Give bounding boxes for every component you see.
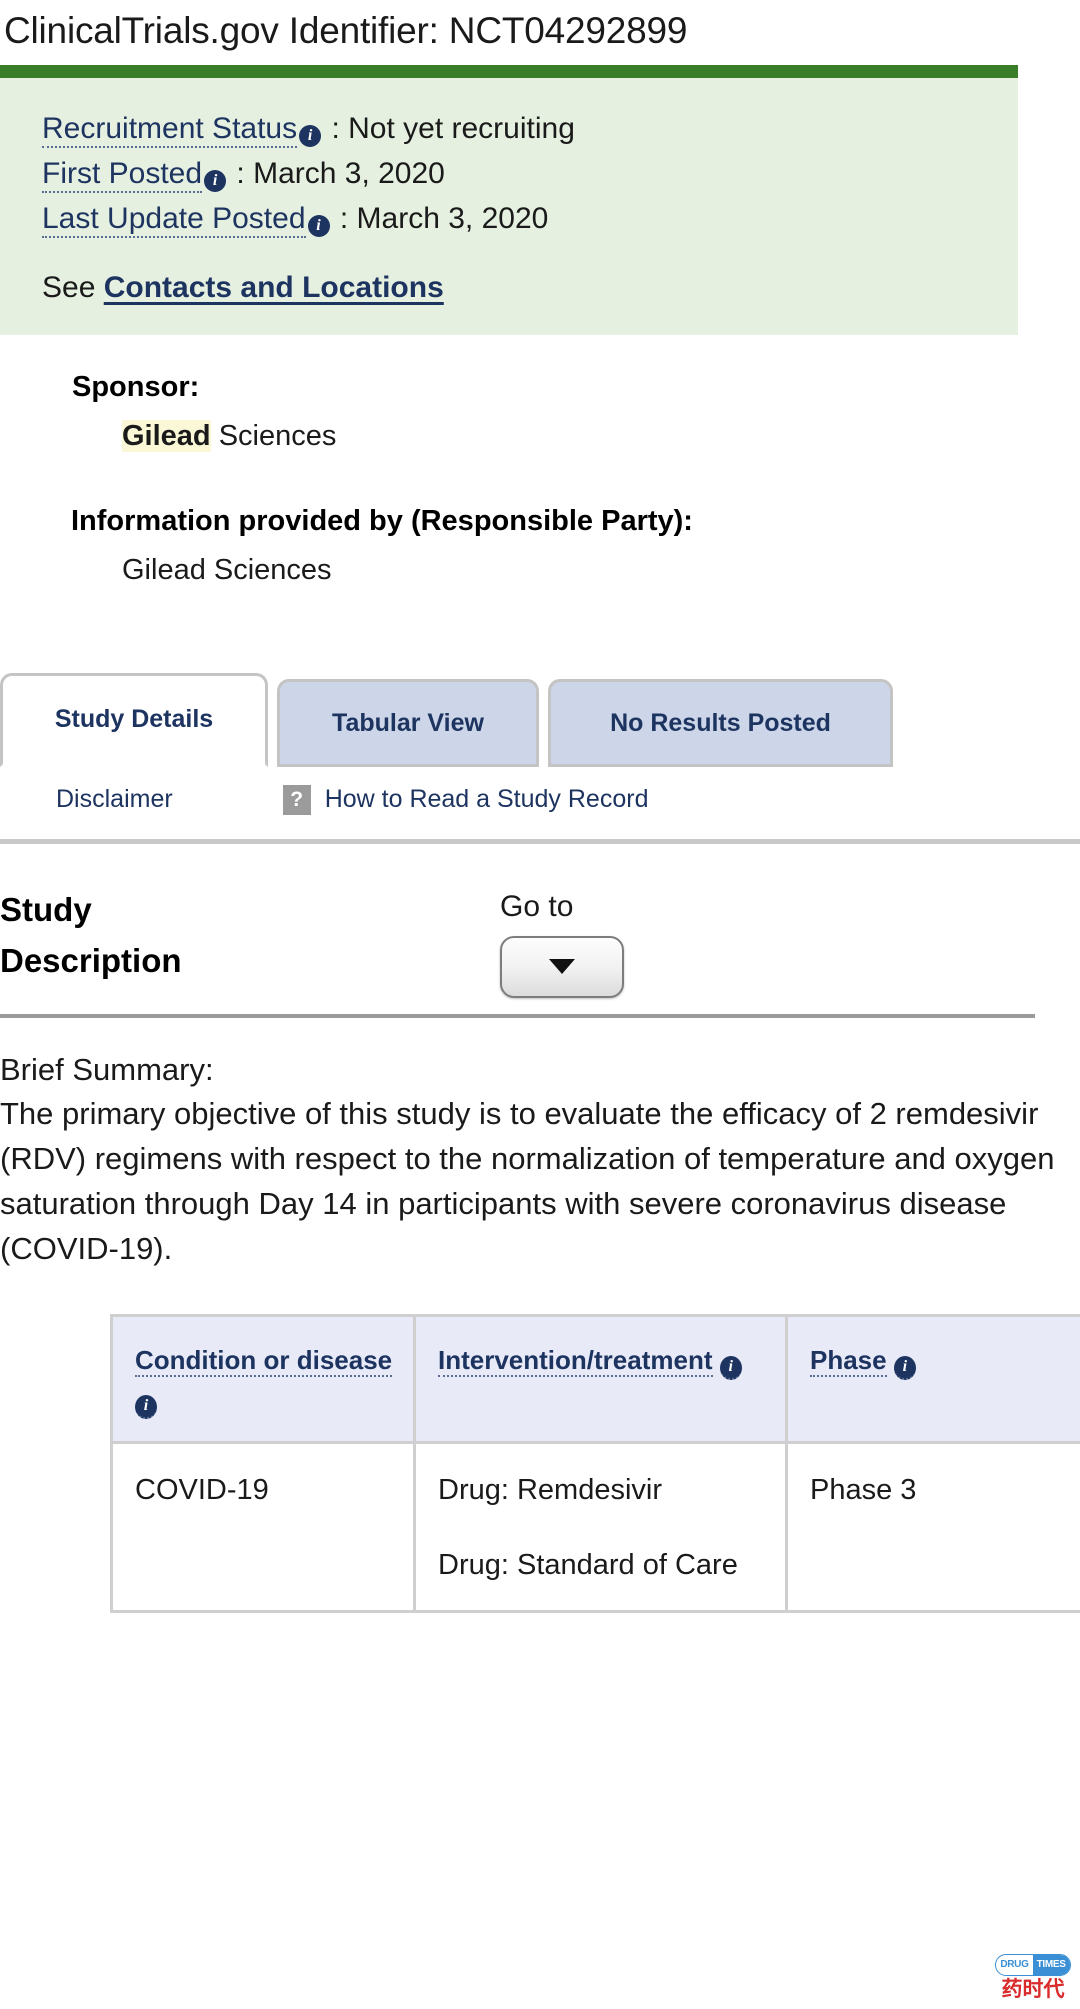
column-header-phase: Phase i bbox=[787, 1316, 1080, 1443]
goto-label: Go to bbox=[500, 890, 624, 924]
watermark-chinese-text: 药时代 bbox=[994, 1977, 1072, 2001]
first-posted-label[interactable]: First Posted bbox=[42, 157, 202, 193]
intervention-item: Drug: Standard of Care bbox=[438, 1543, 765, 1588]
cell-condition: COVID-19 bbox=[112, 1443, 415, 1612]
recruitment-status-label[interactable]: Recruitment Status bbox=[42, 112, 297, 148]
first-posted-value: March 3, 2020 bbox=[253, 157, 445, 190]
tab-no-results-posted[interactable]: No Results Posted bbox=[548, 679, 893, 767]
last-update-value: March 3, 2020 bbox=[357, 202, 549, 235]
how-to-read-study-record-link[interactable]: How to Read a Study Record bbox=[325, 785, 649, 814]
study-description-title-line1: Study bbox=[0, 884, 500, 935]
cell-interventions: Drug: Remdesivir Drug: Standard of Care bbox=[415, 1443, 787, 1612]
tab-subnav: Disclaimer ? How to Read a Study Record bbox=[0, 785, 1080, 815]
info-icon[interactable]: i bbox=[135, 1395, 157, 1419]
column-header-condition-label[interactable]: Condition or disease bbox=[135, 1345, 392, 1377]
sponsor-value: Gilead Sciences bbox=[72, 420, 1080, 453]
drug-times-pill-icon: DRUGTIMES bbox=[995, 1954, 1070, 1976]
responsible-party-heading: Information provided by (Responsible Par… bbox=[71, 505, 1080, 538]
last-update-separator: : bbox=[332, 202, 357, 235]
sponsor-block: Sponsor: Gilead Sciences Information pro… bbox=[0, 335, 1080, 587]
recruitment-status-banner: Recruitment Statusi : Not yet recruiting… bbox=[0, 65, 1018, 335]
disclaimer-link[interactable]: Disclaimer bbox=[56, 785, 173, 814]
info-icon[interactable]: i bbox=[299, 125, 321, 147]
study-description-title-line2: Description bbox=[0, 935, 500, 986]
brief-summary-block: Brief Summary: The primary objective of … bbox=[0, 1018, 1080, 1273]
sponsor-rest: Sciences bbox=[211, 420, 337, 452]
sponsor-highlight: Gilead bbox=[122, 420, 211, 452]
info-icon[interactable]: i bbox=[894, 1356, 916, 1380]
recruitment-status-separator: : bbox=[323, 112, 348, 145]
column-header-intervention: Intervention/treatment i bbox=[415, 1316, 787, 1443]
column-header-intervention-label[interactable]: Intervention/treatment bbox=[438, 1345, 713, 1377]
brief-summary-text: The primary objective of this study is t… bbox=[0, 1092, 1062, 1272]
recruitment-status-value: Not yet recruiting bbox=[348, 112, 575, 145]
chevron-down-icon bbox=[549, 959, 575, 974]
contacts-and-locations-link[interactable]: Contacts and Locations bbox=[104, 271, 444, 304]
first-posted-separator: : bbox=[228, 157, 253, 190]
column-header-condition: Condition or disease i bbox=[112, 1316, 415, 1443]
see-prefix: See bbox=[42, 271, 104, 304]
status-row-first-posted: First Postedi : March 3, 2020 bbox=[42, 151, 1018, 196]
responsible-party-value: Gilead Sciences bbox=[72, 554, 1080, 587]
study-description-header: Study Description Go to bbox=[0, 844, 1080, 998]
last-update-posted-label[interactable]: Last Update Posted bbox=[42, 202, 306, 238]
brief-summary-label: Brief Summary: bbox=[0, 1048, 1080, 1093]
status-row-last-update: Last Update Postedi : March 3, 2020 bbox=[42, 196, 1018, 241]
watermark-times-text: TIMES bbox=[1033, 1955, 1070, 1975]
conditions-interventions-table: Condition or disease i Intervention/trea… bbox=[110, 1314, 1080, 1613]
goto-control: Go to bbox=[500, 890, 624, 998]
table-row: COVID-19 Drug: Remdesivir Drug: Standard… bbox=[112, 1443, 1080, 1612]
info-icon[interactable]: i bbox=[720, 1356, 742, 1380]
help-question-icon[interactable]: ? bbox=[283, 785, 311, 815]
page-title: ClinicalTrials.gov Identifier: NCT042928… bbox=[0, 0, 1080, 65]
status-row-recruitment: Recruitment Statusi : Not yet recruiting bbox=[42, 106, 1018, 151]
tab-bar: Study DetailsTabular ViewNo Results Post… bbox=[0, 673, 1080, 779]
goto-dropdown-button[interactable] bbox=[500, 936, 624, 998]
watermark-logo: DRUGTIMES 药时代 bbox=[994, 1954, 1072, 2001]
info-icon[interactable]: i bbox=[308, 215, 330, 237]
table-header-row: Condition or disease i Intervention/trea… bbox=[112, 1316, 1080, 1443]
watermark-drug-text: DRUG bbox=[996, 1955, 1032, 1975]
tab-tabular-view[interactable]: Tabular View bbox=[277, 679, 539, 767]
intervention-item: Drug: Remdesivir bbox=[438, 1468, 765, 1513]
tab-study-details[interactable]: Study Details bbox=[0, 673, 268, 767]
sponsor-heading: Sponsor: bbox=[72, 371, 1080, 404]
study-description-title: Study Description bbox=[0, 884, 500, 986]
column-header-phase-label[interactable]: Phase bbox=[810, 1345, 887, 1377]
cell-phase: Phase 3 bbox=[787, 1443, 1080, 1612]
info-icon[interactable]: i bbox=[204, 170, 226, 192]
see-contacts-line: See Contacts and Locations bbox=[42, 271, 1018, 305]
